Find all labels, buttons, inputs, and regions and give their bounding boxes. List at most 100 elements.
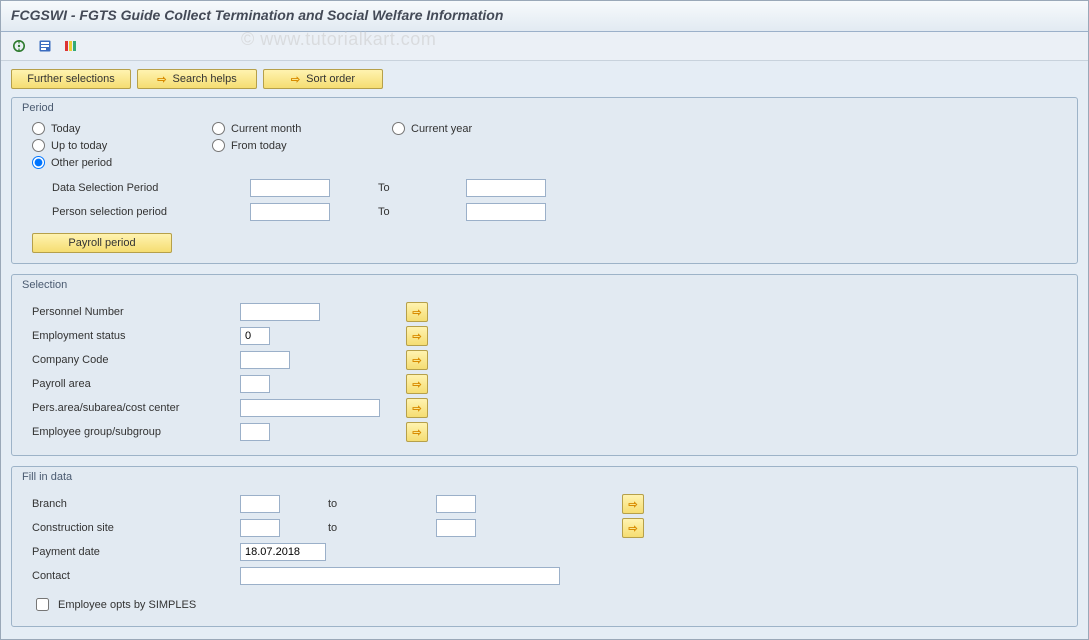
arrow-right-icon: ⇨: [412, 378, 421, 391]
simples-checkbox[interactable]: [36, 598, 49, 611]
multiple-selection-button[interactable]: ⇨: [406, 422, 428, 442]
radio-current-month[interactable]: Current month: [212, 122, 392, 135]
radio-up-to-today[interactable]: Up to today: [32, 139, 212, 152]
payroll-area-row: Payroll area ⇨: [32, 373, 1057, 395]
radio-input[interactable]: [32, 139, 45, 152]
multiple-selection-button[interactable]: ⇨: [406, 398, 428, 418]
radio-input[interactable]: [32, 156, 45, 169]
to-label: to: [288, 522, 428, 534]
execute-icon[interactable]: [9, 36, 29, 56]
data-selection-period-row: Data Selection Period To: [52, 177, 1057, 199]
group-title: Selection: [12, 275, 1077, 297]
person-selection-to-input[interactable]: [466, 203, 546, 221]
employment-status-row: Employment status ⇨: [32, 325, 1057, 347]
arrow-right-icon: ⇨: [412, 306, 421, 319]
radio-other-period[interactable]: Other period: [32, 156, 212, 169]
content-area: Further selections ⇨ Search helps ⇨ Sort…: [1, 61, 1088, 639]
contact-row: Contact: [32, 565, 1057, 587]
button-label: Further selections: [27, 73, 114, 85]
field-label: Payment date: [32, 546, 232, 558]
arrow-right-icon: ⇨: [628, 498, 637, 511]
toolbar: [1, 32, 1088, 61]
field-label: Contact: [32, 570, 232, 582]
multiple-selection-button[interactable]: ⇨: [406, 350, 428, 370]
arrow-right-icon: ⇨: [628, 522, 637, 535]
titlebar: FCGSWI - FGTS Guide Collect Termination …: [1, 1, 1088, 32]
construction-from-input[interactable]: [240, 519, 280, 537]
radio-current-year[interactable]: Current year: [392, 122, 552, 135]
radio-label: Today: [51, 123, 80, 135]
radio-today[interactable]: Today: [32, 122, 212, 135]
to-label: to: [288, 498, 428, 510]
employee-group-input[interactable]: [240, 423, 270, 441]
multiple-selection-button[interactable]: ⇨: [406, 374, 428, 394]
to-label: To: [338, 206, 458, 218]
group-title: Period: [12, 98, 1077, 120]
multiple-selection-button[interactable]: ⇨: [622, 494, 644, 514]
fill-in-data-group: Fill in data Branch to ⇨ Construction si…: [11, 466, 1078, 627]
field-label: Construction site: [32, 522, 232, 534]
multiple-selection-button[interactable]: ⇨: [406, 326, 428, 346]
multiple-selection-button[interactable]: ⇨: [622, 518, 644, 538]
payroll-period-button[interactable]: Payroll period: [32, 233, 172, 253]
radio-label: Other period: [51, 157, 112, 169]
radio-label: Current month: [231, 123, 301, 135]
field-label: Branch: [32, 498, 232, 510]
to-label: To: [338, 182, 458, 194]
payment-date-row: Payment date: [32, 541, 1057, 563]
field-label: Pers.area/subarea/cost center: [32, 402, 232, 414]
arrow-right-icon: ⇨: [412, 330, 421, 343]
simples-row: Employee opts by SIMPLES: [12, 591, 1077, 618]
company-code-row: Company Code ⇨: [32, 349, 1057, 371]
radio-from-today[interactable]: From today: [212, 139, 392, 152]
app-window: FCGSWI - FGTS Guide Collect Termination …: [0, 0, 1089, 640]
construction-to-input[interactable]: [436, 519, 476, 537]
period-radio-grid: Today Current month Current year Up to t…: [12, 120, 1077, 171]
radio-label: Current year: [411, 123, 472, 135]
field-label: Personnel Number: [32, 306, 232, 318]
sort-order-button[interactable]: ⇨ Sort order: [263, 69, 383, 89]
branch-to-input[interactable]: [436, 495, 476, 513]
contact-input[interactable]: [240, 567, 560, 585]
radio-input[interactable]: [212, 139, 225, 152]
search-helps-button[interactable]: ⇨ Search helps: [137, 69, 257, 89]
period-group: Period Today Current month Current year …: [11, 97, 1078, 264]
data-selection-from-input[interactable]: [250, 179, 330, 197]
button-label: Payroll period: [68, 237, 135, 249]
construction-site-row: Construction site to ⇨: [32, 517, 1057, 539]
field-label: Data Selection Period: [52, 182, 242, 194]
radio-input[interactable]: [212, 122, 225, 135]
pers-area-input[interactable]: [240, 399, 380, 417]
person-selection-period-row: Person selection period To: [52, 201, 1057, 223]
selection-group: Selection Personnel Number ⇨ Employment …: [11, 274, 1078, 456]
payment-date-input[interactable]: [240, 543, 326, 561]
branch-row: Branch to ⇨: [32, 493, 1057, 515]
button-label: Search helps: [173, 73, 237, 85]
checkbox-label: Employee opts by SIMPLES: [58, 599, 196, 611]
branch-from-input[interactable]: [240, 495, 280, 513]
arrow-right-icon: ⇨: [412, 426, 421, 439]
group-title: Fill in data: [12, 467, 1077, 489]
button-label: Sort order: [306, 73, 355, 85]
field-label: Payroll area: [32, 378, 232, 390]
page-title: FCGSWI - FGTS Guide Collect Termination …: [11, 7, 1078, 23]
multiple-selection-button[interactable]: ⇨: [406, 302, 428, 322]
field-label: Employment status: [32, 330, 232, 342]
radio-label: Up to today: [51, 140, 107, 152]
data-selection-to-input[interactable]: [466, 179, 546, 197]
personnel-number-input[interactable]: [240, 303, 320, 321]
radio-input[interactable]: [32, 122, 45, 135]
field-label: Company Code: [32, 354, 232, 366]
personnel-number-row: Personnel Number ⇨: [32, 301, 1057, 323]
field-label: Employee group/subgroup: [32, 426, 232, 438]
radio-input[interactable]: [392, 122, 405, 135]
further-selections-button[interactable]: Further selections: [11, 69, 131, 89]
arrow-right-icon: ⇨: [412, 402, 421, 415]
payroll-area-input[interactable]: [240, 375, 270, 393]
arrow-right-icon: ⇨: [157, 73, 166, 86]
employment-status-input[interactable]: [240, 327, 270, 345]
variant-icon[interactable]: [61, 36, 81, 56]
person-selection-from-input[interactable]: [250, 203, 330, 221]
company-code-input[interactable]: [240, 351, 290, 369]
overview-icon[interactable]: [35, 36, 55, 56]
